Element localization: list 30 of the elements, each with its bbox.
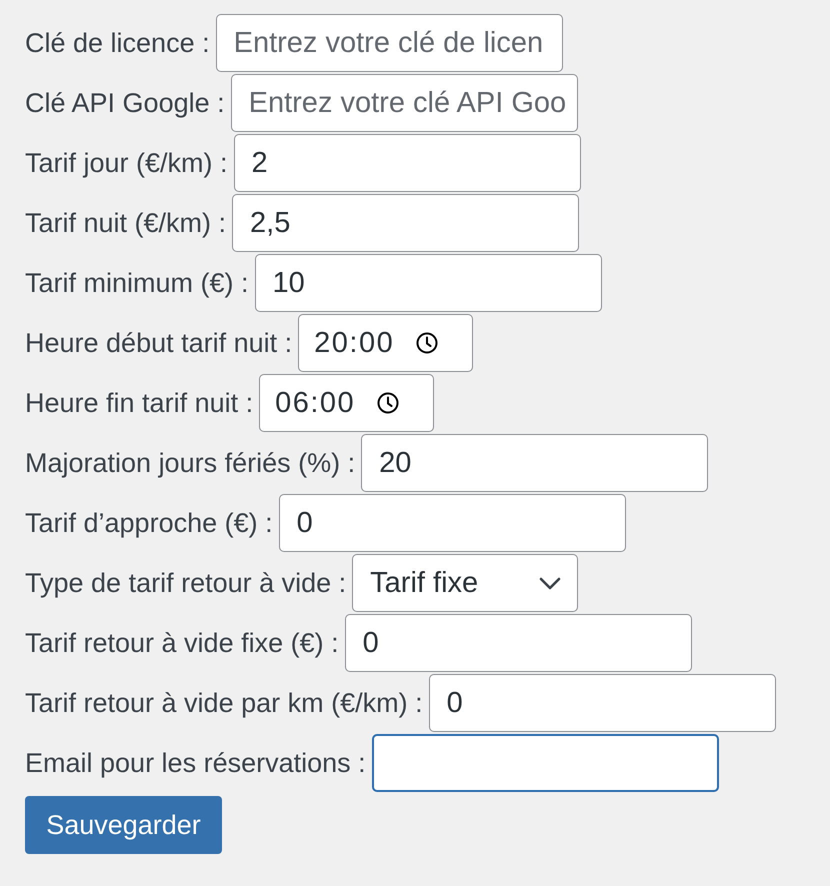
field-label: Tarif d’approche (€) : (25, 508, 273, 538)
field-label: Clé API Google : (25, 88, 225, 118)
dropdown[interactable]: Tarif fixe (352, 554, 578, 612)
field-label: Tarif retour à vide fixe (€) : (25, 628, 339, 658)
text-input[interactable] (372, 734, 719, 792)
field-label: Majoration jours fériés (%) : (25, 448, 356, 478)
field-label: Heure fin tarif nuit : (25, 388, 254, 418)
text-input[interactable]: 0 (278, 494, 626, 552)
text-input[interactable]: Entrez votre clé de licen (216, 14, 563, 72)
save-button[interactable]: Sauvegarder (25, 796, 222, 854)
field-label: Email pour les réservations : (25, 748, 366, 778)
clock-icon (416, 332, 438, 354)
field-label: Clé de licence : (25, 28, 210, 58)
field-label: Tarif nuit (€/km) : (25, 208, 226, 238)
clock-icon (377, 392, 400, 414)
text-input[interactable]: Entrez votre clé API Goo (230, 74, 578, 132)
field-label: Tarif retour à vide par km (€/km) : (25, 688, 423, 718)
time-input[interactable]: 20:00 (298, 314, 474, 372)
field-label: Type de tarif retour à vide : (25, 568, 346, 598)
text-input[interactable]: 20 (361, 434, 708, 492)
text-input[interactable]: 2,5 (232, 194, 580, 252)
text-input[interactable]: 10 (254, 254, 602, 312)
text-input[interactable]: 0 (428, 674, 776, 732)
text-input[interactable]: 2 (234, 134, 581, 192)
time-input[interactable]: 06:00 (259, 374, 434, 432)
chevron-down-icon (539, 576, 562, 590)
field-label: Heure début tarif nuit : (25, 328, 292, 358)
field-label: Tarif jour (€/km) : (25, 148, 228, 178)
text-input[interactable]: 0 (344, 614, 692, 672)
field-label: Tarif minimum (€) : (25, 268, 249, 298)
